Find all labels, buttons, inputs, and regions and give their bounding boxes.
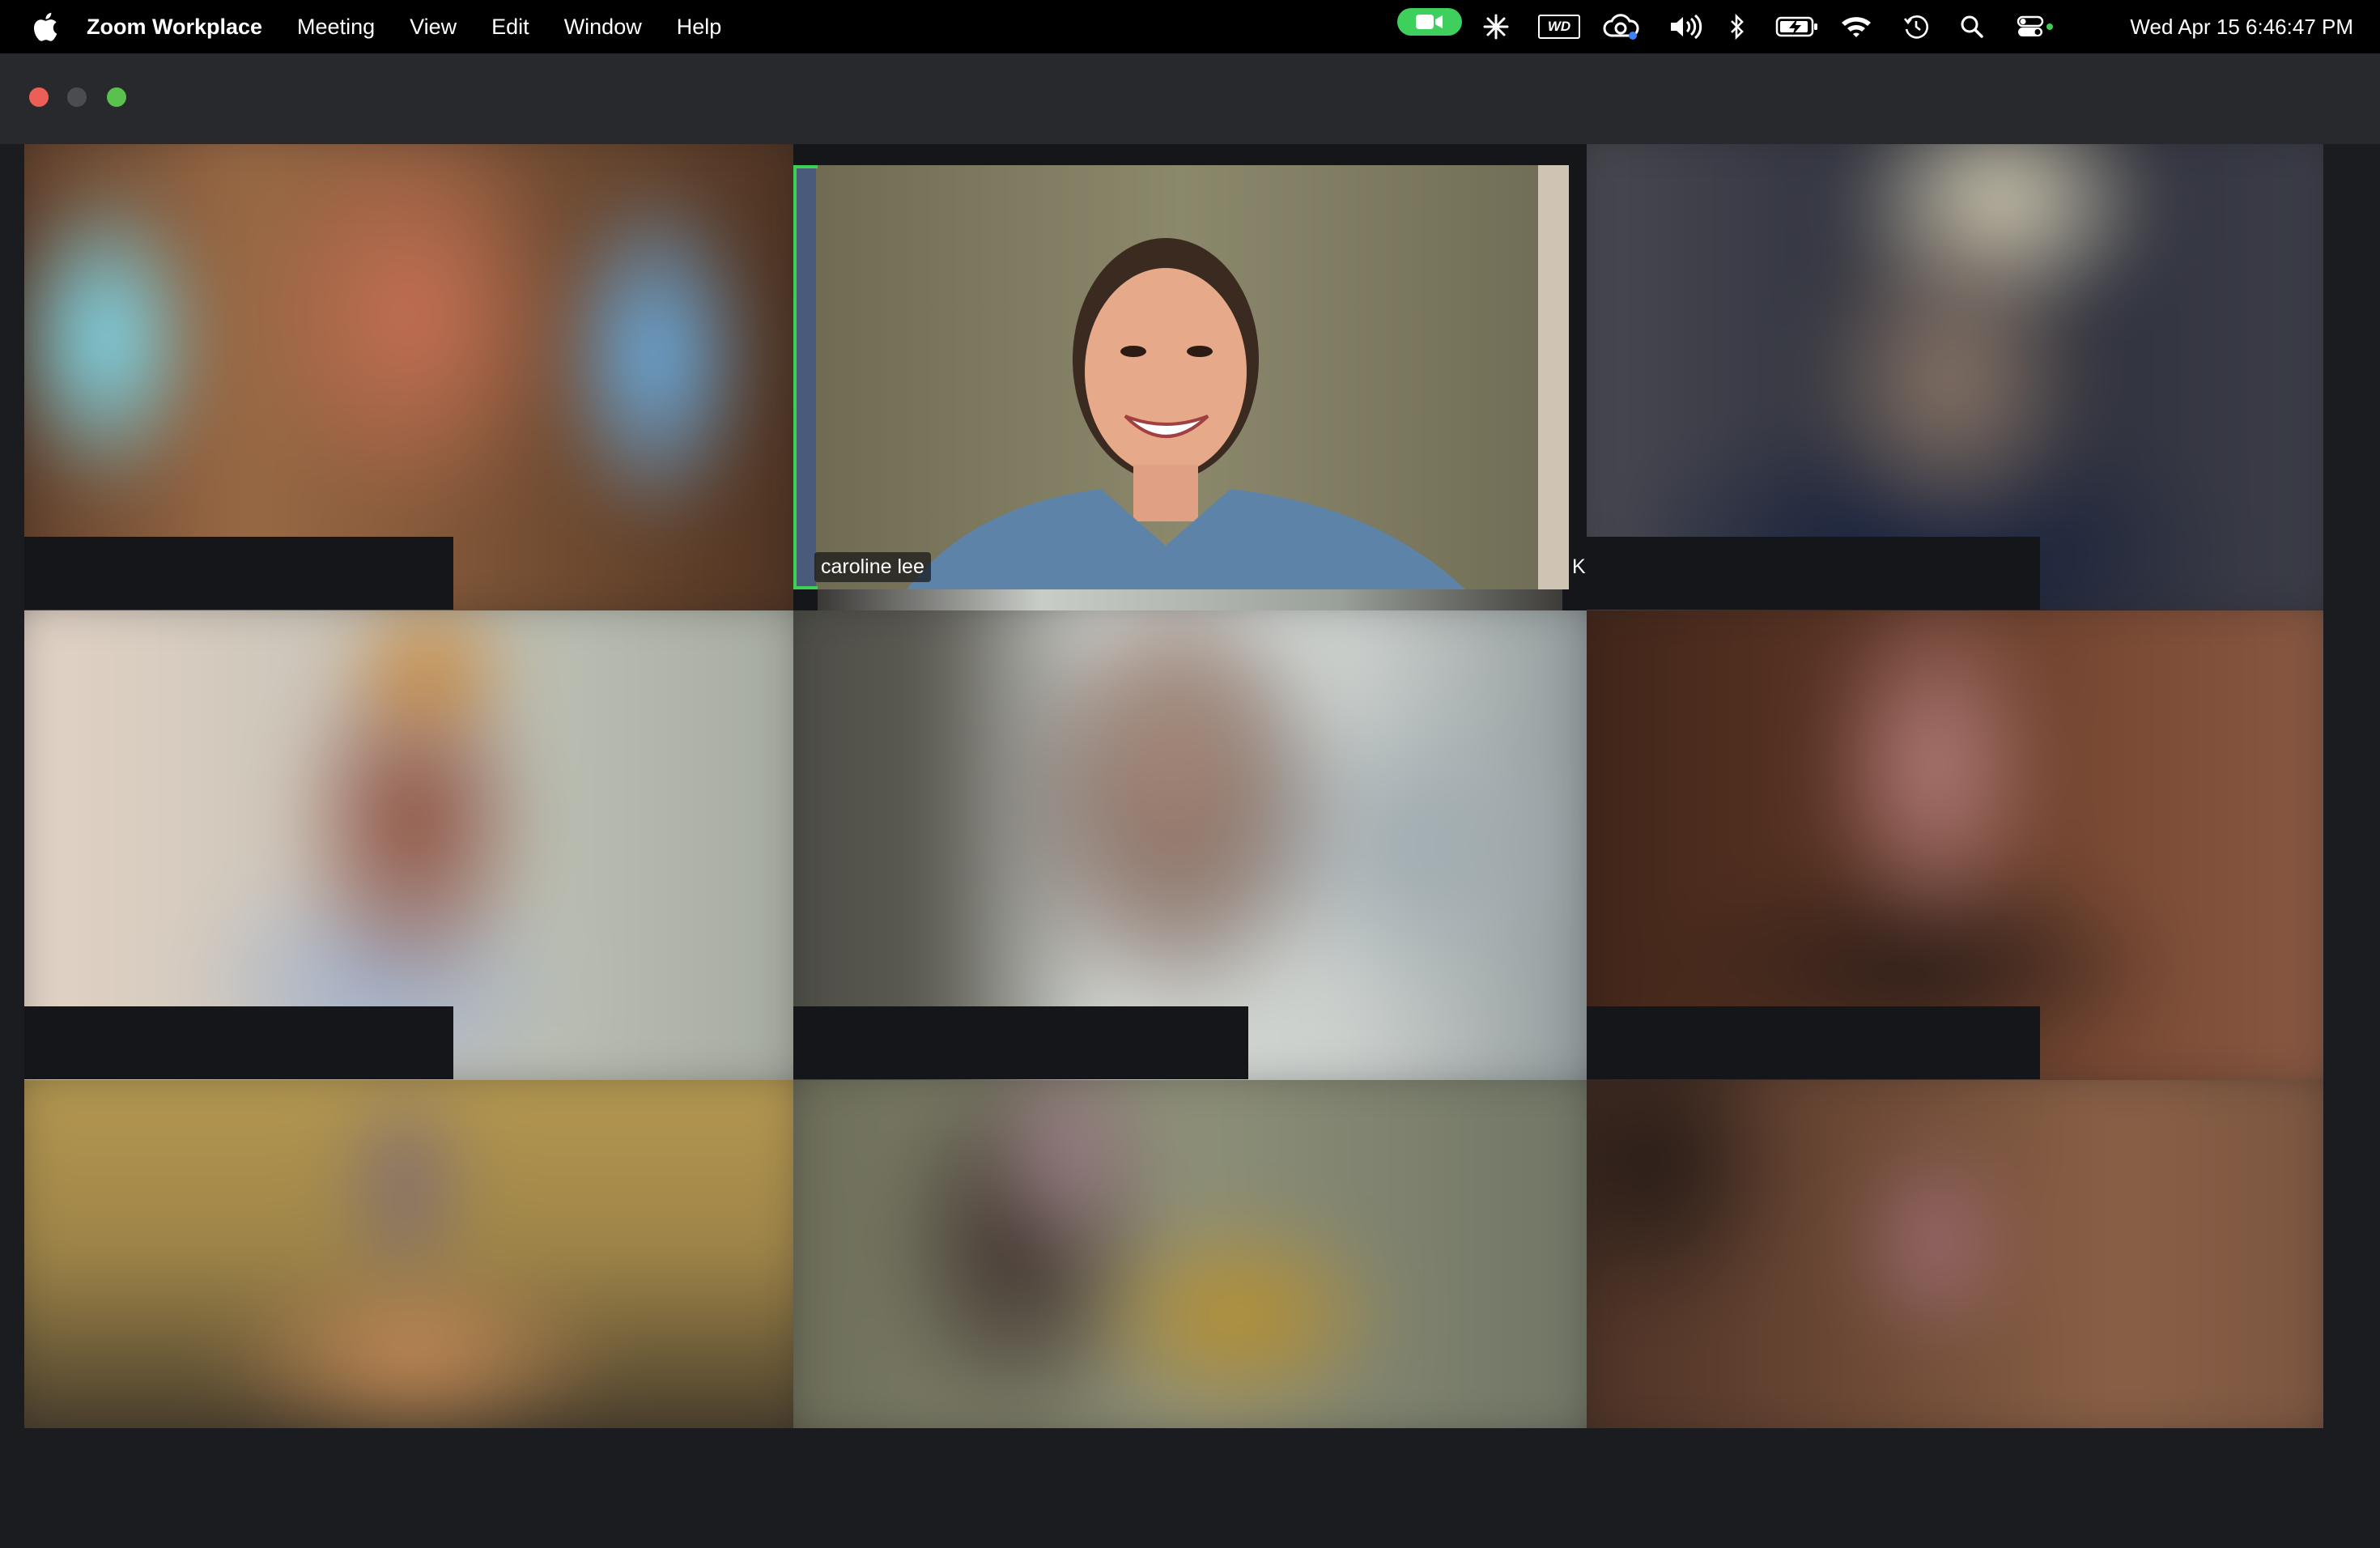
participant-name-bar (24, 1006, 453, 1079)
cloud-sync-icon[interactable] (1601, 13, 1640, 40)
participant-name-bar (24, 537, 453, 610)
app-menu: Zoom Workplace Meeting View Edit Window … (87, 0, 756, 53)
window-fullscreen-button[interactable] (107, 87, 126, 107)
window-title-bar (0, 53, 2380, 144)
gallery-view-grid: caroline lee K (0, 144, 2380, 1548)
active-speaker-video[interactable] (793, 165, 1569, 589)
bluetooth-icon[interactable] (1728, 13, 1747, 40)
menu-help[interactable]: Help (677, 15, 722, 40)
menu-meeting[interactable]: Meeting (297, 15, 375, 40)
partial-name-tag: K (1572, 555, 1586, 578)
apple-logo-icon[interactable] (31, 11, 58, 43)
zoom-camera-icon[interactable] (1397, 8, 1462, 36)
status-bar: WD Wed Apr 15 6:46:47 PM (1376, 0, 2380, 53)
participant-name-bar (1587, 537, 2040, 610)
macos-menu-bar: Zoom Workplace Meeting View Edit Window … (0, 0, 2380, 53)
participant-video-tile[interactable] (793, 1080, 1587, 1428)
menu-app-name[interactable]: Zoom Workplace (87, 15, 262, 40)
volume-icon[interactable] (1668, 13, 1703, 40)
menu-edit[interactable]: Edit (491, 15, 529, 40)
next-tile-peek (818, 589, 1562, 610)
wifi-icon[interactable] (1839, 13, 1873, 40)
window-close-button[interactable] (29, 87, 49, 107)
sparkle-icon[interactable] (1481, 13, 1511, 40)
control-center-icon[interactable] (2016, 13, 2055, 40)
time-machine-icon[interactable] (1902, 13, 1930, 40)
battery-charging-icon[interactable] (1774, 13, 1820, 40)
participant-name-bar (793, 1006, 1248, 1079)
menu-view[interactable]: View (410, 15, 457, 40)
participant-video-tile[interactable] (24, 1080, 793, 1428)
menu-bar-clock[interactable]: Wed Apr 15 6:46:47 PM (2130, 0, 2353, 53)
speaker-video-image (793, 165, 1569, 589)
spotlight-search-icon[interactable] (1959, 13, 1985, 40)
active-speaker-highlight (793, 165, 818, 589)
window-minimize-button[interactable] (67, 87, 87, 107)
menu-window[interactable]: Window (564, 15, 642, 40)
active-speaker-name-tag: caroline lee (814, 552, 931, 582)
participant-name-bar (1587, 1006, 2040, 1079)
participant-video-tile[interactable] (1587, 1080, 2323, 1428)
wd-icon[interactable]: WD (1538, 13, 1580, 40)
